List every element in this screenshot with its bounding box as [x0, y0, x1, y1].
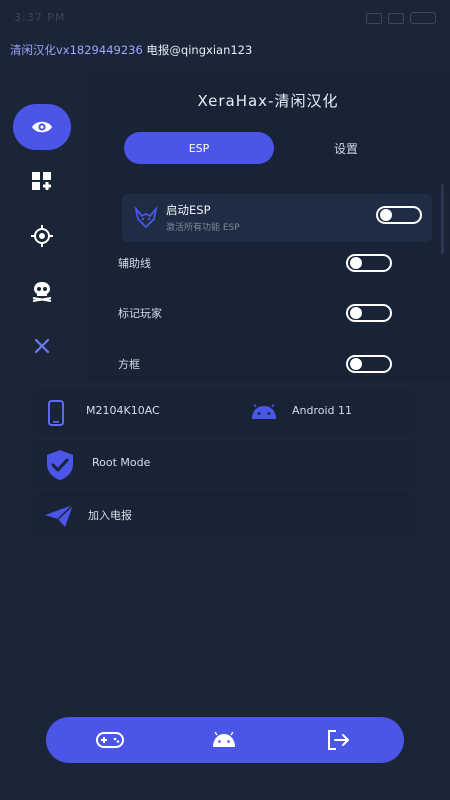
option-label-box: 方框 [118, 358, 140, 371]
root-mode-card: Root Mode [34, 441, 414, 487]
close-icon [34, 338, 50, 354]
logout-icon [328, 730, 349, 750]
esp-panel: XeraHax-清闲汉化 ESP 设置 启动ESP 激活所有功能 ESP 辅助线… [86, 72, 450, 380]
panel-scrollbar[interactable] [441, 184, 444, 254]
send-icon [45, 504, 74, 527]
marquee-suffix: 电报@qingxian123 [142, 43, 253, 57]
side-nav [0, 96, 86, 386]
bottom-nav-android[interactable] [194, 717, 254, 763]
device-info-card: M2104K10AC Android 11 [34, 389, 414, 435]
android-icon [252, 404, 276, 419]
toggle-players[interactable] [346, 304, 392, 322]
toggle-knob [350, 358, 362, 370]
android-icon [213, 732, 235, 747]
nav-target[interactable] [13, 213, 71, 259]
esp-subtitle: 激活所有功能 ESP [166, 223, 240, 233]
esp-toggle[interactable] [376, 206, 422, 224]
status-time: 3:37 PM [14, 11, 66, 24]
marquee-prefix: 清闲汉化vx1829449236 [10, 43, 143, 57]
widgets-icon [32, 172, 51, 190]
toggle-knob [380, 209, 392, 221]
panel-title: XeraHax-清闲汉化 [197, 92, 339, 110]
target-icon [31, 225, 53, 247]
device-os: Android 11 [292, 404, 353, 417]
status-icons [366, 12, 436, 24]
esp-enable-row: 启动ESP 激活所有功能 ESP [122, 194, 432, 242]
shield-check-icon [47, 450, 73, 480]
root-mode-label: Root Mode [92, 456, 151, 469]
nav-widgets[interactable] [13, 158, 71, 204]
toggle-knob [350, 307, 362, 319]
toggle-knob [350, 257, 362, 269]
gamepad-icon [96, 732, 124, 748]
phone-icon [48, 400, 64, 426]
nav-eye[interactable] [13, 104, 71, 150]
toggle-lines[interactable] [346, 254, 392, 272]
option-row-lines: 辅助线 [118, 248, 418, 278]
toggle-box[interactable] [346, 355, 392, 373]
option-row-box: 方框 [118, 349, 418, 379]
device-model: M2104K10AC [86, 404, 160, 417]
telegram-label: 加入电报 [88, 509, 132, 522]
option-row-players: 标记玩家 [118, 298, 418, 328]
bottom-nav-game[interactable] [80, 717, 140, 763]
nav-skull[interactable] [13, 268, 71, 314]
marquee-banner: 清闲汉化vx1829449236 电报@qingxian123 [10, 42, 252, 58]
nav-close[interactable] [13, 323, 71, 369]
option-label-lines: 辅助线 [118, 257, 151, 270]
option-label-players: 标记玩家 [118, 307, 162, 320]
tab-esp[interactable]: ESP [124, 132, 274, 164]
status-bar: 3:37 PM [0, 0, 450, 36]
skull-icon [32, 282, 52, 302]
bottom-nav-logout[interactable] [308, 717, 368, 763]
fox-icon [134, 206, 158, 229]
tab-settings[interactable]: 设置 [296, 132, 396, 164]
eye-icon [32, 121, 52, 133]
battery-icon [410, 12, 436, 24]
sim-icon [366, 12, 382, 24]
telegram-card[interactable]: 加入电报 [34, 492, 414, 538]
signal-icon [388, 12, 404, 24]
esp-title: 启动ESP [166, 203, 211, 217]
bottom-nav [46, 717, 404, 763]
